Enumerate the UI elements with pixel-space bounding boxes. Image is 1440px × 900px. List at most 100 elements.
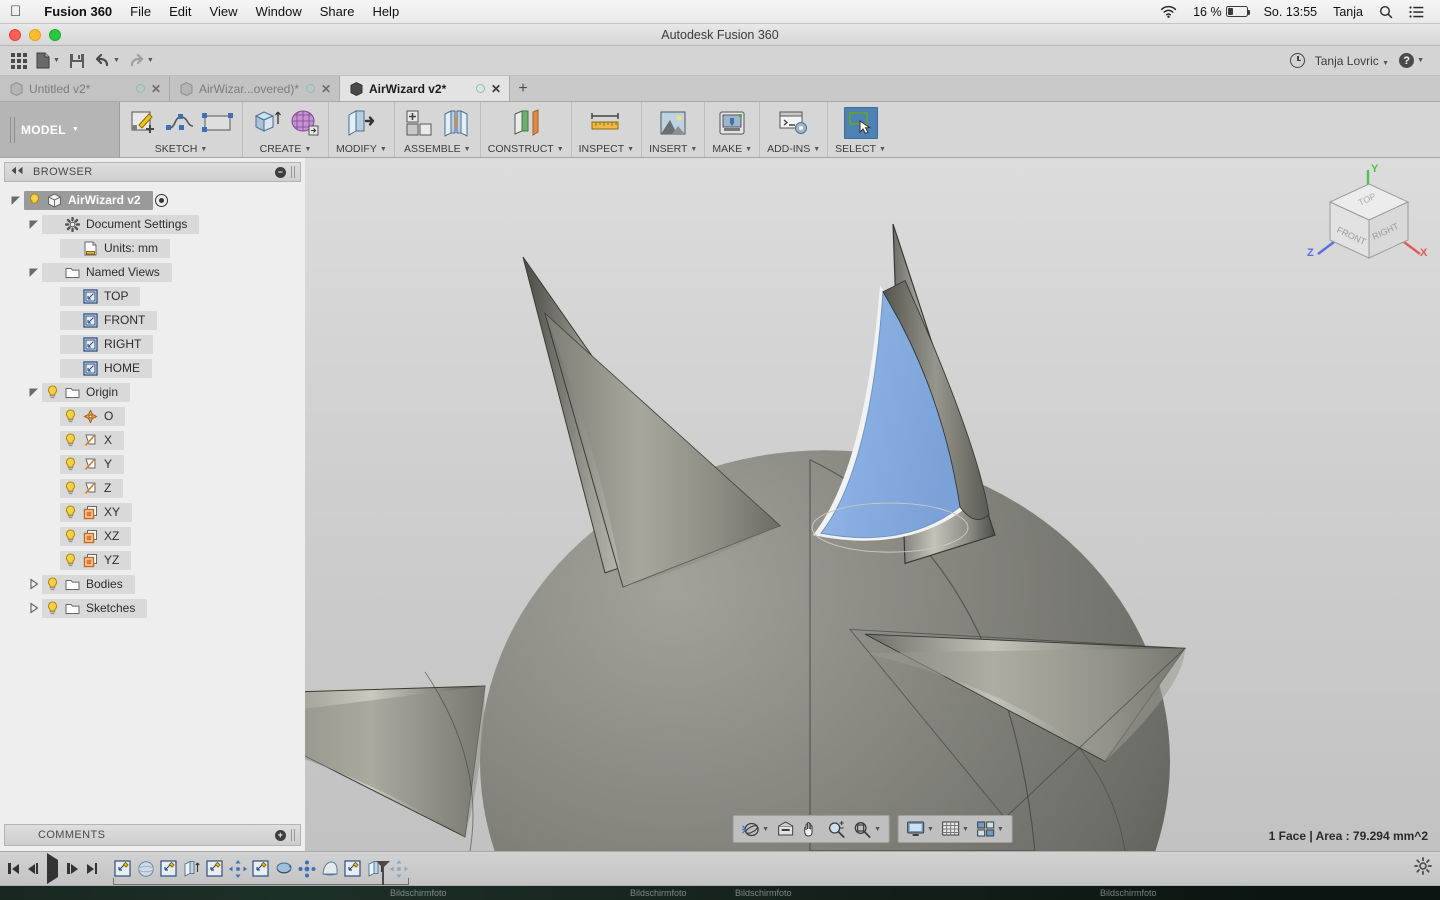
visibility-bulb-icon[interactable]: [64, 529, 77, 543]
create-form-icon[interactable]: [287, 107, 321, 139]
timeline-feature-extrude[interactable]: [182, 859, 202, 879]
visibility-bulb-icon[interactable]: [64, 409, 77, 423]
browser-tree-item-bodies[interactable]: Bodies: [0, 572, 305, 596]
document-tab-untitled[interactable]: Untitled v2* ✕: [0, 76, 170, 101]
collapse-left-icon[interactable]: [10, 166, 24, 178]
visibility-bulb-icon[interactable]: [46, 601, 59, 615]
ribbon-group-label[interactable]: SELECT ▼: [835, 143, 886, 155]
browser-tree-item-xz[interactable]: XZ: [0, 524, 305, 548]
select-icon[interactable]: [843, 107, 878, 139]
gear-icon[interactable]: [1414, 857, 1432, 880]
ribbon-group-label[interactable]: CONSTRUCT ▼: [488, 143, 564, 155]
plus-circle-icon[interactable]: +: [275, 829, 286, 841]
chevron-down-icon[interactable]: ▼: [874, 826, 881, 833]
expand-arrow-icon[interactable]: [10, 194, 22, 206]
browser-tree-item-document-settings[interactable]: Document Settings: [0, 212, 305, 236]
measure-icon[interactable]: [589, 107, 623, 139]
account-menu[interactable]: Tanja Lovric ▼: [1315, 54, 1389, 68]
new-component-icon[interactable]: [402, 107, 436, 139]
view-cube[interactable]: Y Z X TOP FRONT RIGHT: [1304, 160, 1434, 270]
save-icon[interactable]: [64, 48, 90, 74]
visibility-bulb-icon[interactable]: [64, 433, 77, 447]
menu-app-name[interactable]: Fusion 360: [35, 0, 121, 24]
ribbon-group-label[interactable]: MODIFY ▼: [336, 143, 387, 155]
ribbon-group-label[interactable]: INSERT ▼: [649, 143, 697, 155]
ribbon-group-label[interactable]: SKETCH ▼: [155, 143, 208, 155]
menu-item-share[interactable]: Share: [311, 0, 364, 24]
orbit-icon[interactable]: ▼: [738, 819, 772, 839]
viewport-layout-icon[interactable]: ▼: [974, 819, 1007, 839]
activate-component-radio[interactable]: [154, 193, 168, 207]
visibility-bulb-icon[interactable]: [64, 457, 77, 471]
3d-print-icon[interactable]: [715, 107, 749, 139]
timeline-feature-sketch[interactable]: [343, 859, 363, 879]
expand-arrow-icon[interactable]: [28, 266, 40, 278]
timeline-feature-sketch[interactable]: [159, 859, 179, 879]
browser-tree-item-sketches[interactable]: Sketches: [0, 596, 305, 620]
create-sketch-icon[interactable]: [127, 107, 161, 139]
joint-icon[interactable]: [439, 107, 473, 139]
panel-resize-grip[interactable]: [291, 829, 295, 841]
close-icon[interactable]: ✕: [491, 82, 501, 96]
browser-tree-item-yz[interactable]: YZ: [0, 548, 305, 572]
visibility-bulb-icon[interactable]: [64, 481, 77, 495]
timeline-feature-sketch[interactable]: [251, 859, 271, 879]
chevron-down-icon[interactable]: ▼: [762, 826, 769, 833]
go-to-start-icon[interactable]: [8, 863, 19, 874]
battery-status[interactable]: 16 %: [1185, 5, 1256, 19]
new-document-icon[interactable]: ▼: [32, 48, 64, 74]
timeline-feature-sketch[interactable]: [113, 859, 133, 879]
visibility-bulb-icon[interactable]: [46, 577, 59, 591]
timeline-feature-revolve[interactable]: [274, 859, 294, 879]
timeline-feature-loft[interactable]: [320, 859, 340, 879]
step-forward-icon[interactable]: [67, 863, 78, 874]
collapse-arrow-icon[interactable]: [28, 602, 40, 614]
menu-item-view[interactable]: View: [201, 0, 247, 24]
menu-item-edit[interactable]: Edit: [160, 0, 200, 24]
expand-arrow-icon[interactable]: [28, 386, 40, 398]
menu-item-help[interactable]: Help: [363, 0, 408, 24]
visibility-bulb-icon[interactable]: [64, 505, 77, 519]
zoom-icon[interactable]: [825, 819, 849, 839]
menu-item-window[interactable]: Window: [246, 0, 310, 24]
browser-tree-item-right[interactable]: RIGHT: [0, 332, 305, 356]
browser-tree-item-origin[interactable]: Origin: [0, 380, 305, 404]
play-icon[interactable]: [47, 852, 58, 884]
close-icon[interactable]: ✕: [321, 82, 331, 96]
menu-item-file[interactable]: File: [121, 0, 160, 24]
browser-tree-item-top[interactable]: TOP: [0, 284, 305, 308]
panel-resize-grip[interactable]: [291, 166, 295, 178]
display-settings-icon[interactable]: ▼: [904, 819, 937, 839]
menu-user-name[interactable]: Tanja: [1325, 5, 1371, 19]
apple-icon[interactable]: : [10, 4, 21, 19]
ribbon-group-label[interactable]: CREATE ▼: [260, 143, 312, 155]
fit-icon[interactable]: ▼: [851, 819, 884, 839]
help-menu[interactable]: ? ▼: [1399, 53, 1424, 68]
menu-clock[interactable]: So. 13:55: [1256, 5, 1326, 19]
go-to-end-icon[interactable]: [86, 863, 97, 874]
ribbon-group-label[interactable]: ADD-INS ▼: [767, 143, 820, 155]
chevron-down-icon[interactable]: ▼: [53, 57, 60, 64]
browser-tree-item-xy[interactable]: XY: [0, 500, 305, 524]
grid-icon[interactable]: [6, 48, 32, 74]
browser-tree-item-units-mm[interactable]: Units: mm: [0, 236, 305, 260]
pan-icon[interactable]: [800, 819, 823, 839]
chevron-down-icon[interactable]: ▼: [147, 57, 154, 64]
browser-tree-item-named-views[interactable]: Named Views: [0, 260, 305, 284]
timeline-feature-sketch[interactable]: [205, 859, 225, 879]
visibility-bulb-icon[interactable]: [64, 553, 77, 567]
browser-tree-item-home[interactable]: HOME: [0, 356, 305, 380]
ribbon-group-label[interactable]: ASSEMBLE ▼: [404, 143, 471, 155]
browser-tree-item-x[interactable]: X: [0, 428, 305, 452]
browser-tree-item-airwizard-v2[interactable]: AirWizard v2: [0, 188, 305, 212]
press-pull-icon[interactable]: [344, 107, 378, 139]
wifi-icon[interactable]: [1152, 5, 1185, 18]
undo-icon[interactable]: ▼: [90, 48, 124, 74]
chevron-down-icon[interactable]: ▼: [113, 57, 120, 64]
browser-tree-item-z[interactable]: Z: [0, 476, 305, 500]
close-icon[interactable]: ✕: [151, 82, 161, 96]
minus-circle-icon[interactable]: −: [275, 166, 286, 178]
browser-tree-item-y[interactable]: Y: [0, 452, 305, 476]
timeline-feature-sphere[interactable]: [136, 859, 156, 879]
insert-image-icon[interactable]: [656, 107, 690, 139]
